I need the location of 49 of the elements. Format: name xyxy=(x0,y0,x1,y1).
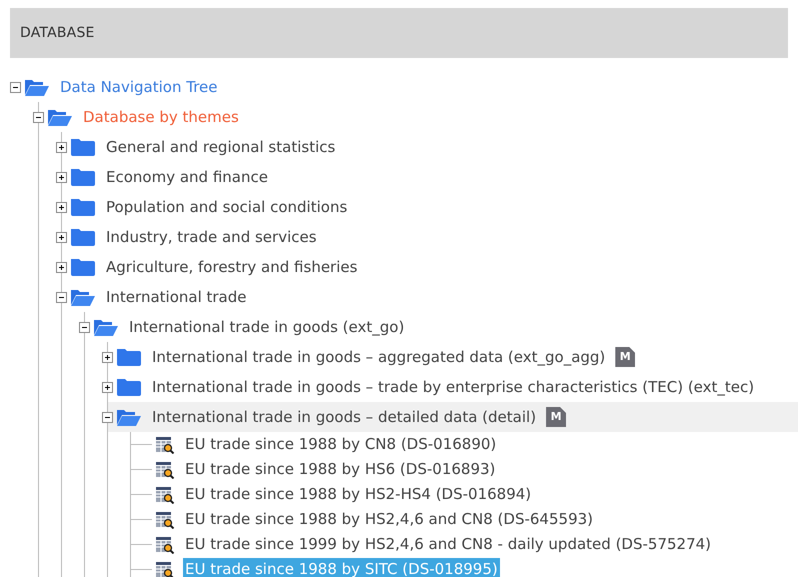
tree-item-label[interactable]: Economy and finance xyxy=(104,166,270,188)
tree-item-label[interactable]: Agriculture, forestry and fisheries xyxy=(104,256,360,278)
tree-item-label[interactable]: International trade in goods – trade by enterprise characteristics (TEC) (ext_tec) xyxy=(150,376,756,398)
tree-item-label[interactable]: Data Navigation Tree xyxy=(58,76,220,98)
tree-item-label[interactable]: EU trade since 1988 by HS2-HS4 (DS-016894) xyxy=(183,483,534,506)
metadata-icon[interactable]: M xyxy=(546,407,566,427)
expand-toggle[interactable] xyxy=(102,352,113,362)
metadata-icon[interactable]: M xyxy=(615,347,636,367)
tree-item-label[interactable]: International trade in goods (ext_go) xyxy=(127,316,406,338)
tree-item-label[interactable]: International trade xyxy=(104,286,248,308)
collapse-toggle[interactable] xyxy=(33,112,44,122)
folder-icon xyxy=(70,167,96,187)
collapse-toggle[interactable] xyxy=(10,82,21,92)
folder-icon xyxy=(116,347,142,367)
tree-item-label[interactable]: International trade in goods – detailed data (detail) xyxy=(150,406,538,428)
expand-toggle[interactable] xyxy=(102,382,113,392)
tree-item-label[interactable]: EU trade since 1988 by HS2,4,6 and CN8 (DS-645593) xyxy=(183,508,596,531)
folder-icon xyxy=(70,197,96,217)
table-magnifier-icon xyxy=(155,460,175,478)
collapse-toggle[interactable] xyxy=(56,292,67,302)
open-folder-icon xyxy=(47,107,73,127)
tree-item-label[interactable]: General and regional statistics xyxy=(104,136,338,158)
tree-item-label[interactable]: EU trade since 1999 by HS2,4,6 and CN8 - daily updated (DS-575274) xyxy=(183,533,714,556)
tree-item-label[interactable]: EU trade since 1988 by HS6 (DS-016893) xyxy=(183,458,498,481)
expand-toggle[interactable] xyxy=(56,172,67,182)
folder-icon xyxy=(70,257,96,277)
expand-toggle[interactable] xyxy=(56,202,67,212)
expand-toggle[interactable] xyxy=(56,142,67,152)
expand-toggle[interactable] xyxy=(56,262,67,272)
table-magnifier-icon xyxy=(155,536,175,554)
table-magnifier-icon xyxy=(155,560,175,577)
table-magnifier-icon xyxy=(155,436,175,454)
open-folder-icon xyxy=(70,287,96,307)
panel-title: DATABASE xyxy=(20,24,95,42)
table-magnifier-icon xyxy=(155,510,175,528)
table-magnifier-icon xyxy=(155,486,175,504)
tree-item-label[interactable]: EU trade since 1988 by CN8 (DS-016890) xyxy=(183,433,498,456)
open-folder-icon xyxy=(93,317,119,337)
tree-item-label[interactable]: Population and social conditions xyxy=(104,196,350,218)
open-folder-icon xyxy=(24,77,50,97)
open-folder-icon xyxy=(116,407,142,427)
tree-item-label[interactable]: International trade in goods – aggregated data (ext_go_agg) xyxy=(150,346,608,368)
collapse-toggle[interactable] xyxy=(79,322,90,332)
expand-toggle[interactable] xyxy=(56,232,67,242)
tree-item-label[interactable]: Industry, trade and services xyxy=(104,226,319,248)
folder-icon xyxy=(70,227,96,247)
folder-icon xyxy=(116,377,142,397)
folder-icon xyxy=(70,137,96,157)
collapse-toggle[interactable] xyxy=(102,412,113,422)
